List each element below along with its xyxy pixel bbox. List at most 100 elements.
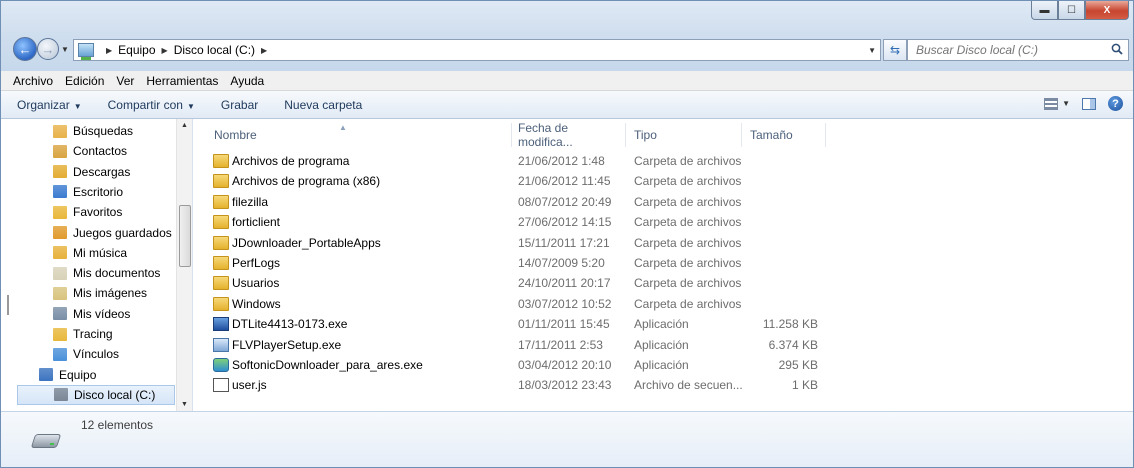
folder-icon (213, 256, 229, 270)
file-name: Usuarios (232, 276, 280, 291)
drive-icon (54, 388, 68, 402)
nav-item-links[interactable]: Vínculos (53, 344, 119, 364)
explorer-window: ▬ ☐ X ← → ▼ ▶ Equipo ▶ Disco local (C:) … (0, 0, 1134, 468)
file-type: Carpeta de archivos (634, 194, 742, 209)
file-name: JDownloader_PortableApps (232, 235, 381, 250)
scroll-down-icon[interactable]: ▼ (181, 401, 188, 408)
back-button[interactable]: ← (13, 37, 37, 61)
nav-item-label: Mis vídeos (73, 306, 131, 321)
file-date: 14/07/2009 5:20 (518, 256, 605, 270)
nav-item-label: Equipo (59, 367, 97, 382)
file-date: 24/10/2011 20:17 (518, 276, 611, 291)
nav-item-documents[interactable]: Mis documentos (53, 263, 160, 283)
table-row[interactable]: PerfLogs 14/07/2009 5:20 Carpeta de archiv… (194, 253, 814, 273)
breadcrumb-equipo[interactable]: Equipo (118, 43, 155, 57)
breadcrumb-separator-icon[interactable]: ▶ (261, 46, 267, 55)
table-row[interactable]: filezilla 08/07/2012 20:49 Carpeta de arch… (194, 192, 814, 212)
nav-item-label: Tracing (73, 327, 113, 341)
nav-item-desktop[interactable]: Escritorio (53, 182, 123, 202)
column-header-name[interactable]: Nombre ▲ (194, 123, 512, 147)
app-icon (213, 358, 229, 372)
file-name: user.js (232, 378, 267, 393)
computer-icon (78, 43, 94, 60)
resize-grip[interactable] (7, 295, 9, 315)
column-header-type[interactable]: Tipo (626, 123, 742, 147)
scrollbar-thumb[interactable] (179, 205, 191, 267)
table-row[interactable]: JDownloader_PortableApps 15/11/2011 17:21… (194, 233, 814, 253)
nav-item-saved-games[interactable]: Juegos guardados (53, 223, 172, 243)
address-dropdown-icon[interactable]: ▼ (868, 46, 876, 55)
nav-item-drive[interactable]: Disco local (C:) (17, 384, 175, 405)
nav-item-label: Mi música (73, 245, 128, 260)
menu-ver[interactable]: Ver (110, 74, 140, 88)
file-date: 15/11/2011 17:21 (518, 235, 610, 250)
organize-button[interactable]: Organizar ▼ (17, 98, 82, 112)
nav-item-favorites[interactable]: Favoritos (53, 202, 122, 222)
share-button[interactable]: Compartir con ▼ (108, 98, 195, 112)
history-dropdown-icon[interactable]: ▼ (61, 45, 69, 54)
share-label: Compartir con (107, 97, 183, 112)
address-bar[interactable]: ▶ Equipo ▶ Disco local (C:) ▶ ▼ (73, 39, 881, 61)
breadcrumb-separator-icon[interactable]: ▶ (106, 46, 112, 55)
file-list: Nombre ▲ Fecha de modifica... Tipo Tamañ… (194, 119, 1133, 411)
setup-icon (213, 337, 229, 352)
search-box[interactable] (907, 39, 1129, 61)
forward-button[interactable]: → (37, 38, 59, 60)
close-button[interactable]: X (1085, 1, 1129, 20)
file-date: 21/06/2012 11:45 (518, 174, 611, 189)
nav-item-contacts[interactable]: Contactos (53, 141, 127, 161)
new-folder-button[interactable]: Nueva carpeta (284, 98, 362, 112)
file-name: Archivos de programa (x86) (232, 174, 381, 189)
refresh-button[interactable]: ⇆ (883, 39, 907, 61)
nav-item-music[interactable]: Mi música (53, 243, 127, 263)
file-date: 03/07/2012 10:52 (518, 296, 612, 311)
music-icon (53, 246, 67, 260)
file-type: Carpeta de archivos (634, 215, 742, 230)
search-icon[interactable] (1111, 43, 1123, 55)
nav-item-label: Mis imágenes (73, 286, 148, 301)
breadcrumb-separator-icon[interactable]: ▶ (162, 46, 168, 55)
nav-item-label: Búsquedas (73, 124, 134, 138)
menu-edicion[interactable]: Edición (59, 74, 110, 88)
nav-item-folder[interactable]: Tracing (53, 324, 113, 344)
table-row[interactable]: DTLite4413-0173.exe 01/11/2011 15:45 Aplic… (194, 314, 818, 334)
nav-item-search-folder[interactable]: Búsquedas (53, 121, 133, 141)
minimize-button[interactable]: ▬ (1031, 1, 1058, 20)
file-type: Carpeta de archivos (634, 235, 742, 250)
scroll-up-icon[interactable]: ▲ (181, 122, 188, 129)
table-row[interactable]: Archivos de programa 21/06/2012 1:48 Carpe… (194, 151, 814, 171)
file-size: 1 KB (791, 378, 818, 393)
help-icon[interactable]: ? (1108, 96, 1123, 111)
menu-ayuda[interactable]: Ayuda (224, 74, 270, 88)
table-row[interactable]: Windows 03/07/2012 10:52 Carpeta de archiv… (194, 294, 814, 314)
table-row[interactable]: forticlient 27/06/2012 14:15 Carpeta de ar… (194, 212, 814, 232)
preview-pane-icon[interactable] (1082, 97, 1096, 110)
table-row[interactable]: FLVPlayerSetup.exe 17/11/2011 2:53 Aplicac… (194, 335, 818, 355)
file-type: Carpeta de archivos (634, 154, 742, 168)
installer-icon (213, 317, 229, 332)
file-date: 21/06/2012 1:48 (518, 154, 605, 168)
menu-herramientas[interactable]: Herramientas (140, 74, 224, 88)
maximize-button[interactable]: ☐ (1058, 1, 1085, 20)
table-row[interactable]: Archivos de programa (x86) 21/06/2012 11:… (194, 171, 814, 191)
search-input[interactable] (916, 43, 1096, 57)
nav-item-videos[interactable]: Mis vídeos (53, 304, 130, 324)
column-header-date[interactable]: Fecha de modifica... (512, 121, 626, 149)
nav-item-downloads[interactable]: Descargas (53, 162, 130, 182)
breadcrumb-disco-local[interactable]: Disco local (C:) (174, 43, 255, 57)
saved-games-icon (53, 226, 67, 239)
menu-archivo[interactable]: Archivo (7, 74, 59, 88)
nav-scrollbar[interactable]: ▲ ▼ (176, 119, 192, 411)
table-row[interactable]: Usuarios 24/10/2011 20:17 Carpeta de archi… (194, 273, 814, 293)
table-row[interactable]: SoftonicDownloader_para_ares.exe 03/04/20… (194, 355, 818, 375)
file-type: Carpeta de archivos (634, 296, 742, 311)
view-options-button[interactable]: ▼ (1044, 97, 1070, 110)
nav-item-pictures[interactable]: Mis imágenes (53, 283, 147, 303)
chevron-down-icon: ▼ (1062, 99, 1070, 108)
view-icon (1044, 97, 1059, 110)
column-header-size[interactable]: Tamaño (742, 123, 826, 147)
burn-button[interactable]: Grabar (221, 98, 258, 112)
file-name: DTLite4413-0173.exe (232, 317, 348, 332)
table-row[interactable]: user.js 18/03/2012 23:43 Archivo de secuen… (194, 375, 818, 395)
nav-item-computer[interactable]: Equipo (39, 365, 96, 385)
